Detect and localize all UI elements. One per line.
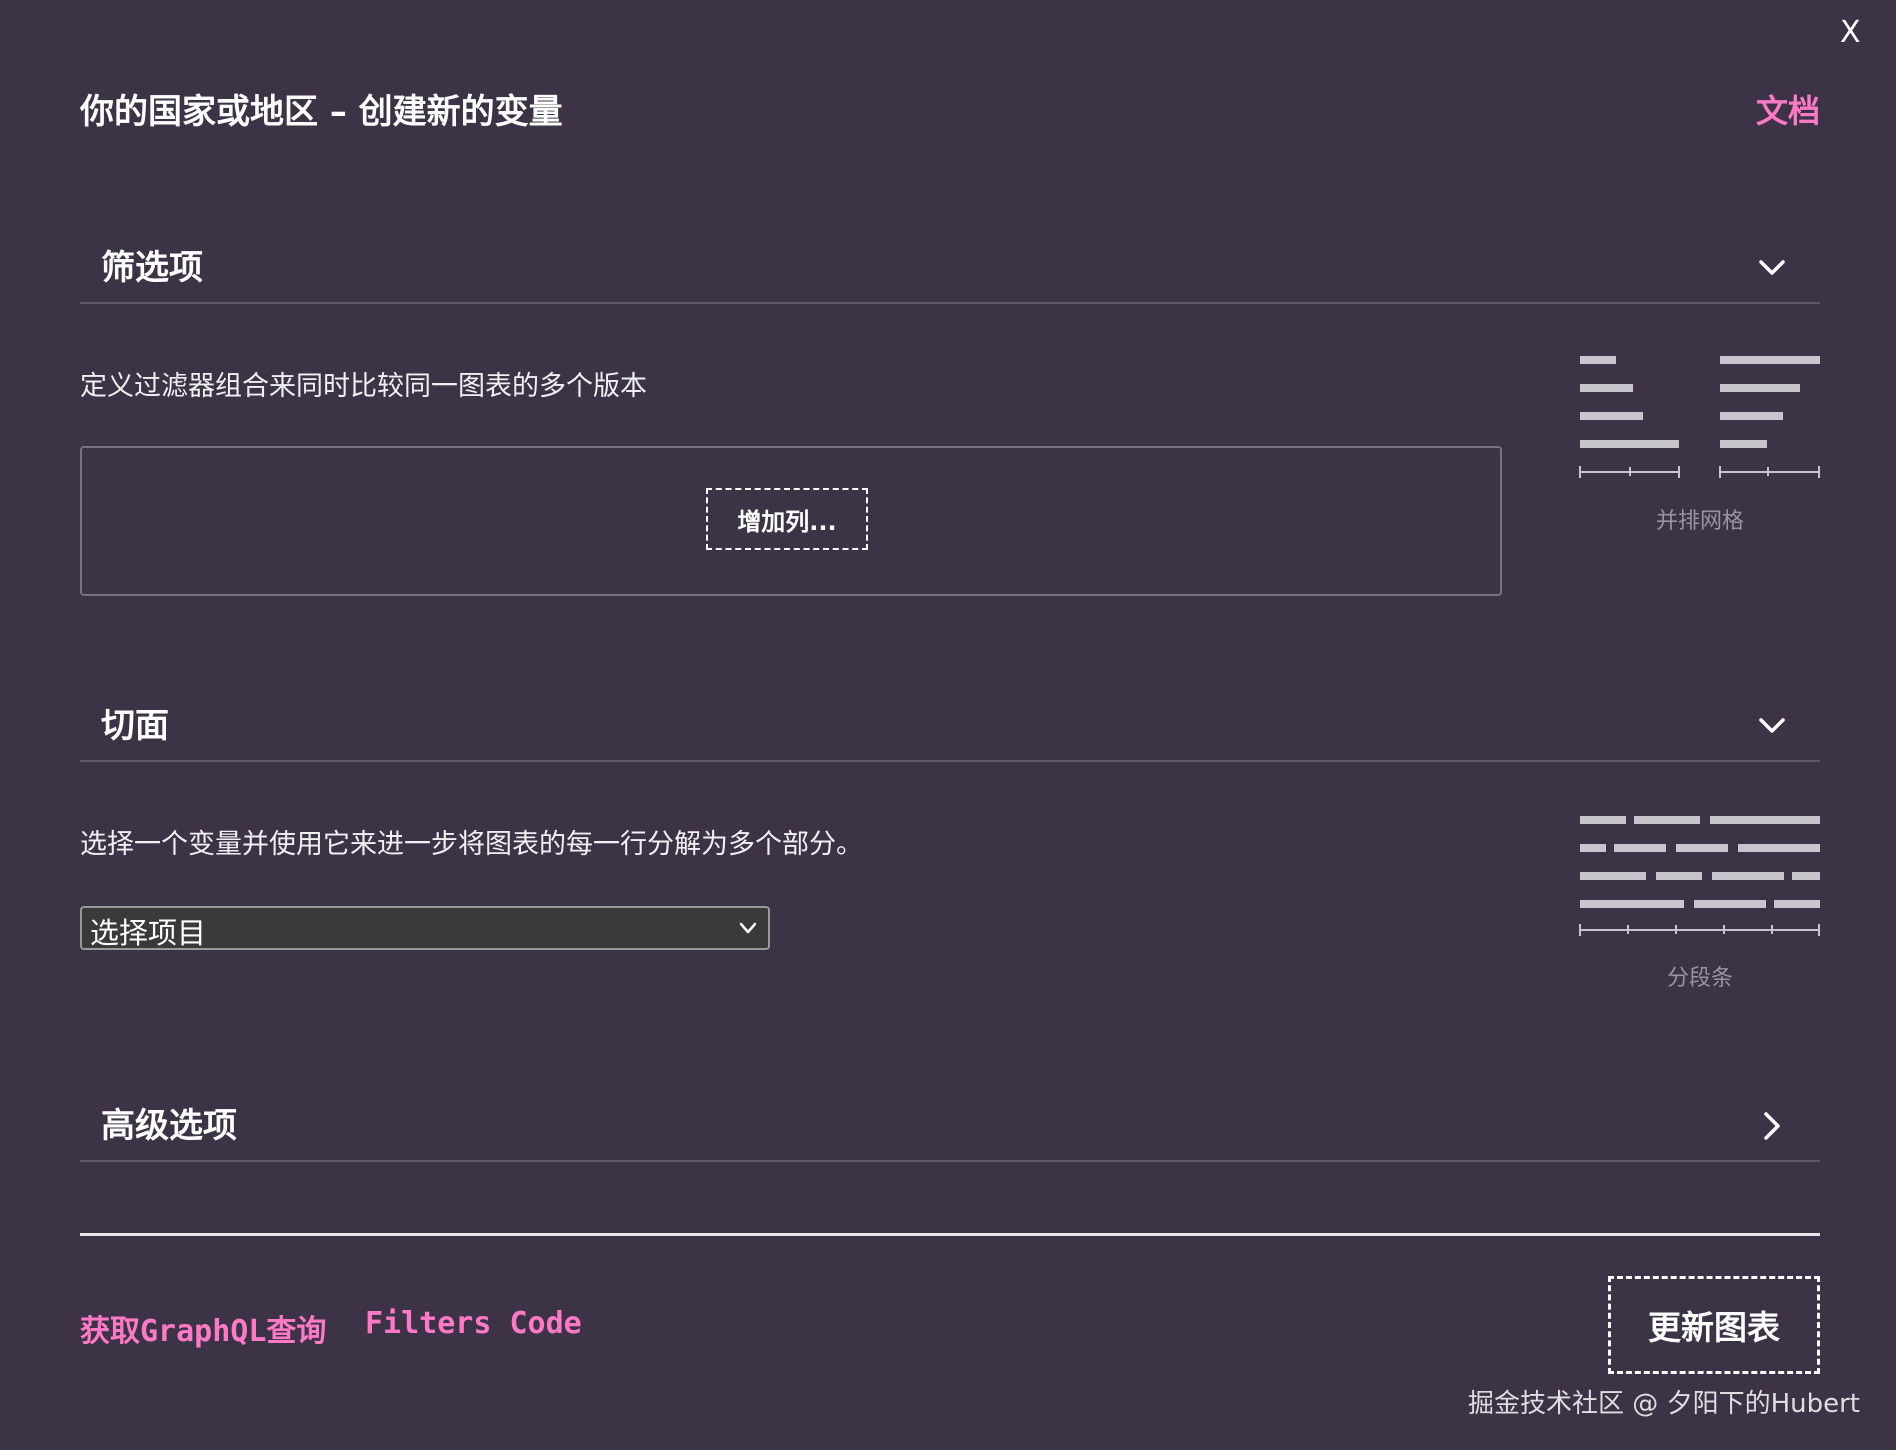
chevron-down-icon[interactable] (1754, 250, 1790, 286)
close-button[interactable]: X (1840, 18, 1861, 48)
filters-code-link[interactable]: Filters Code (365, 1306, 582, 1341)
dialog-title: 你的国家或地区 – 创建新的变量 (80, 92, 563, 132)
footer-divider (80, 1233, 1820, 1236)
facets-heading: 切面 (101, 706, 169, 746)
facet-select-value: 选择项目 (90, 916, 207, 950)
chevron-down-icon (739, 922, 757, 934)
docs-link[interactable]: 文档 (1756, 86, 1820, 132)
get-graphql-query-link[interactable]: 获取GraphQL查询 (80, 1306, 326, 1350)
side-by-side-grid-illustration (1579, 356, 1820, 478)
side-by-side-grid-caption: 并排网格 (1655, 509, 1744, 534)
facets-description: 选择一个变量并使用它来进一步将图表的每一行分解为多个部分。 (80, 829, 863, 860)
filters-description: 定义过滤器组合来同时比较同一图表的多个版本 (80, 371, 647, 402)
watermark: 掘金技术社区 @ 夕阳下的Hubert (1468, 1389, 1860, 1419)
filters-heading: 筛选项 (101, 248, 203, 288)
advanced-heading: 高级选项 (101, 1106, 237, 1146)
update-chart-button[interactable]: 更新图表 (1608, 1276, 1820, 1374)
add-column-button[interactable]: 增加列... (706, 488, 868, 550)
facets-section-header[interactable]: 切面 (80, 688, 1820, 762)
chevron-down-icon[interactable] (1754, 708, 1790, 744)
advanced-section-header[interactable]: 高级选项 (80, 1088, 1820, 1162)
filters-section-header[interactable]: 筛选项 (80, 230, 1820, 304)
facet-variable-select[interactable]: 选择项目 (80, 906, 770, 950)
segmented-bar-illustration (1579, 816, 1820, 936)
segmented-bar-caption: 分段条 (1666, 966, 1733, 991)
chevron-right-icon[interactable] (1754, 1108, 1790, 1144)
